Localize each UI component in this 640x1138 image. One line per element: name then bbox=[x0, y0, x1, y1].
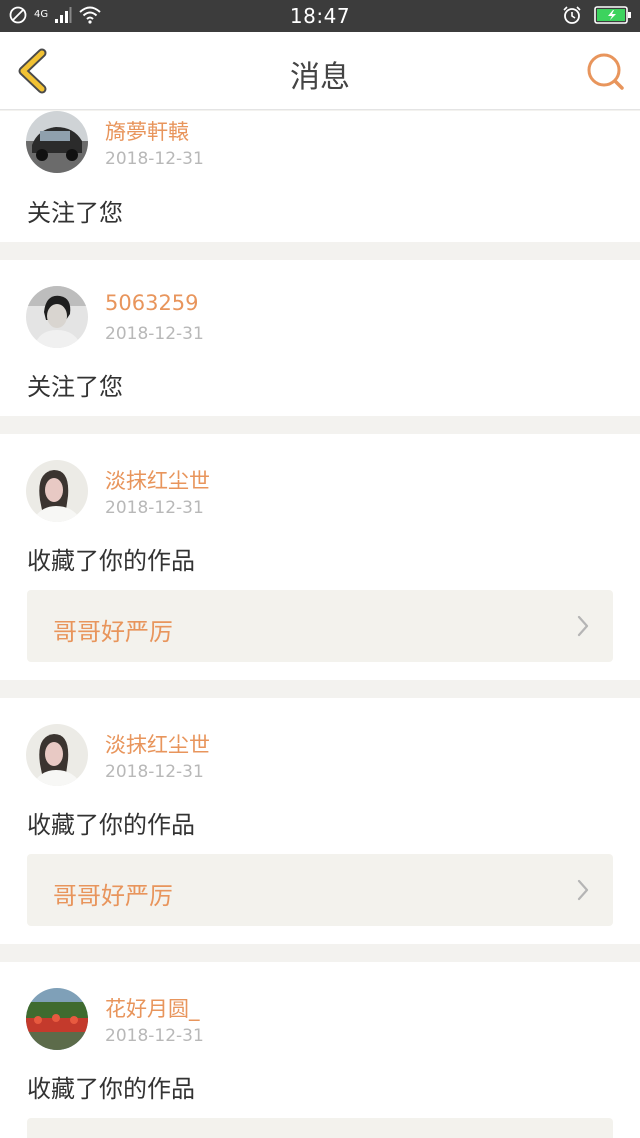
message-action-text: 收藏了你的作品 bbox=[27, 1075, 195, 1103]
message-action-text: 收藏了你的作品 bbox=[27, 811, 195, 839]
user-avatar[interactable] bbox=[26, 286, 88, 348]
work-link[interactable]: 哥哥好严厉 bbox=[27, 590, 613, 662]
message-card[interactable]: 淡抹红尘世 2018-12-31 收藏了你的作品 哥哥好严厉 bbox=[0, 434, 640, 680]
username[interactable]: 花好月圆_ bbox=[105, 993, 200, 1023]
message-date: 2018-12-31 bbox=[105, 498, 204, 518]
username[interactable]: 淡抹红尘世 bbox=[105, 729, 210, 759]
status-time: 18:47 bbox=[289, 4, 351, 28]
work-title: 哥哥好严厉 bbox=[53, 882, 173, 910]
username[interactable]: 淡抹红尘世 bbox=[105, 465, 210, 495]
message-action-text: 关注了您 bbox=[27, 199, 123, 227]
girl-photo-avatar-image bbox=[26, 460, 88, 522]
message-date: 2018-12-31 bbox=[105, 762, 204, 782]
user-avatar[interactable] bbox=[26, 111, 88, 173]
username[interactable]: 5063259 bbox=[105, 291, 199, 315]
flowers-photo-avatar-image bbox=[26, 988, 88, 1050]
work-link[interactable] bbox=[27, 1118, 613, 1138]
message-date: 2018-12-31 bbox=[105, 149, 204, 169]
battery-icon bbox=[594, 6, 631, 24]
user-avatar[interactable] bbox=[26, 724, 88, 786]
search-icon[interactable] bbox=[584, 50, 626, 92]
girl-photo-avatar-image bbox=[26, 724, 88, 786]
work-title: 哥哥好严厉 bbox=[53, 618, 173, 646]
alarm-icon bbox=[563, 6, 581, 24]
message-card[interactable]: 淡抹红尘世 2018-12-31 收藏了你的作品 哥哥好严厉 bbox=[0, 698, 640, 944]
message-card[interactable]: 5063259 2018-12-31 关注了您 bbox=[0, 260, 640, 416]
message-date: 2018-12-31 bbox=[105, 1026, 204, 1046]
message-action-text: 收藏了你的作品 bbox=[27, 547, 195, 575]
user-avatar[interactable] bbox=[26, 988, 88, 1050]
message-card[interactable]: 花好月圆_ 2018-12-31 收藏了你的作品 bbox=[0, 962, 640, 1138]
chevron-right-icon bbox=[577, 879, 589, 901]
nav-bar: 消息 bbox=[0, 32, 640, 110]
message-action-text: 关注了您 bbox=[27, 373, 123, 401]
message-date: 2018-12-31 bbox=[105, 324, 204, 344]
user-avatar[interactable] bbox=[26, 460, 88, 522]
username[interactable]: 旖夢軒轅 bbox=[105, 116, 189, 146]
chevron-right-icon bbox=[577, 615, 589, 637]
status-right-icons bbox=[562, 5, 632, 25]
message-card[interactable]: 旖夢軒轅 2018-12-31 关注了您 bbox=[0, 111, 640, 242]
status-bar: 4G 18:47 bbox=[0, 0, 640, 32]
car-photo-avatar-image bbox=[26, 111, 88, 173]
portrait-photo-avatar-image bbox=[26, 286, 88, 348]
work-link[interactable]: 哥哥好严厉 bbox=[27, 854, 613, 926]
message-list[interactable]: 旖夢軒轅 2018-12-31 关注了您 5063259 2018-12-31 … bbox=[0, 111, 640, 1138]
page-title: 消息 bbox=[290, 60, 350, 95]
